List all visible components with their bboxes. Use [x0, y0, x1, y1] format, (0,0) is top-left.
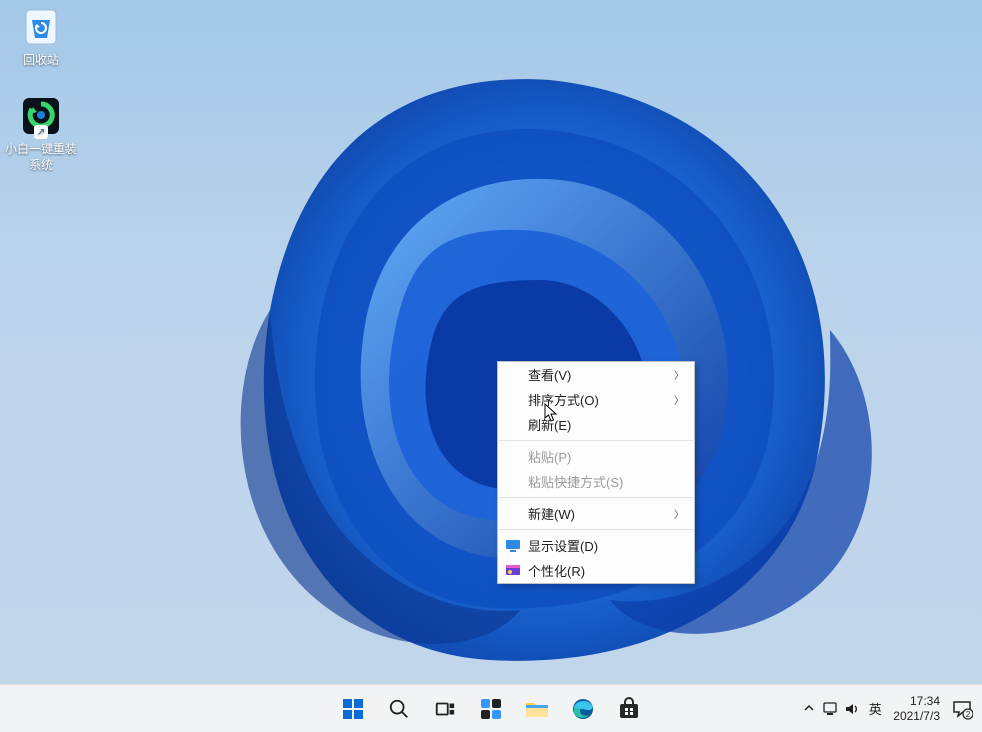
chevron-right-icon: 〉 — [674, 506, 684, 521]
context-menu-paste: 粘贴(P) — [498, 444, 694, 469]
start-button[interactable] — [331, 687, 375, 731]
context-menu-view[interactable]: 查看(V) 〉 — [498, 362, 694, 387]
taskbar-pinned-area — [331, 685, 651, 732]
menu-item-label: 粘贴快捷方式(S) — [528, 472, 623, 491]
context-menu-refresh[interactable]: 刷新(E) — [498, 412, 694, 437]
tray-volume-button[interactable] — [841, 689, 863, 729]
edge-icon — [571, 697, 595, 721]
ime-label: 英 — [869, 702, 882, 717]
xiaobai-icon: ↗ — [20, 95, 62, 137]
chevron-right-icon: 〉 — [674, 392, 684, 407]
tray-network-button[interactable] — [819, 689, 841, 729]
task-view-button[interactable] — [423, 687, 467, 731]
chevron-right-icon: 〉 — [674, 367, 684, 382]
tray-overflow-button[interactable] — [799, 702, 819, 716]
recycle-bin-icon — [20, 6, 62, 48]
desktop-icon-xiaobai-reinstall[interactable]: ↗ 小白一键重装系统 — [1, 95, 81, 173]
context-menu-display-settings[interactable]: 显示设置(D) — [498, 533, 694, 558]
context-menu-sort[interactable]: 排序方式(O) 〉 — [498, 387, 694, 412]
taskbar: 英 17:34 2021/7/3 2 — [0, 684, 982, 732]
menu-separator — [499, 440, 693, 441]
context-menu-personalize[interactable]: 个性化(R) — [498, 558, 694, 583]
menu-item-label: 排序方式(O) — [528, 390, 599, 409]
search-button[interactable] — [377, 687, 421, 731]
menu-item-label: 显示设置(D) — [528, 536, 598, 555]
clock-date: 2021/7/3 — [893, 709, 940, 724]
menu-item-label: 查看(V) — [528, 365, 571, 384]
personalize-icon — [504, 562, 521, 579]
store-button[interactable] — [607, 687, 651, 731]
tray-ime-button[interactable]: 英 — [863, 699, 887, 718]
store-icon — [617, 697, 641, 721]
desktop-icon-recycle-bin[interactable]: 回收站 — [1, 6, 81, 68]
task-view-icon — [434, 698, 456, 720]
file-explorer-button[interactable] — [515, 687, 559, 731]
widgets-button[interactable] — [469, 687, 513, 731]
widgets-icon — [479, 697, 503, 721]
edge-button[interactable] — [561, 687, 605, 731]
desktop-area[interactable]: 回收站 ↗ 小白一键重装系统 — [0, 0, 982, 732]
volume-icon — [844, 701, 860, 717]
notification-icon: 2 — [951, 698, 973, 720]
mouse-cursor-icon — [543, 403, 559, 423]
desktop-icon-label: 小白一键重装系统 — [1, 141, 81, 173]
network-icon — [822, 701, 838, 717]
menu-item-label: 粘贴(P) — [528, 447, 571, 466]
context-menu-new[interactable]: 新建(W) 〉 — [498, 501, 694, 526]
display-icon — [504, 537, 521, 554]
desktop-context-menu: 查看(V) 〉 排序方式(O) 〉 刷新(E) 粘贴(P) 粘贴快捷方式(S) … — [497, 361, 695, 584]
tray-clock-button[interactable]: 17:34 2021/7/3 — [893, 694, 940, 724]
clock-time: 17:34 — [893, 694, 940, 709]
svg-text:2: 2 — [966, 710, 971, 719]
start-icon — [341, 697, 365, 721]
context-menu-paste-shortcut: 粘贴快捷方式(S) — [498, 469, 694, 494]
file-explorer-icon — [524, 697, 550, 721]
tray-notifications-button[interactable]: 2 — [948, 689, 976, 729]
menu-separator — [499, 497, 693, 498]
menu-item-label: 个性化(R) — [528, 561, 585, 580]
search-icon — [388, 698, 410, 720]
menu-separator — [499, 529, 693, 530]
menu-item-label: 新建(W) — [528, 504, 575, 523]
system-tray: 英 17:34 2021/7/3 2 — [799, 685, 976, 732]
chevron-up-icon — [804, 703, 814, 713]
desktop-icon-label: 回收站 — [1, 52, 81, 68]
shortcut-overlay-icon: ↗ — [34, 125, 48, 139]
